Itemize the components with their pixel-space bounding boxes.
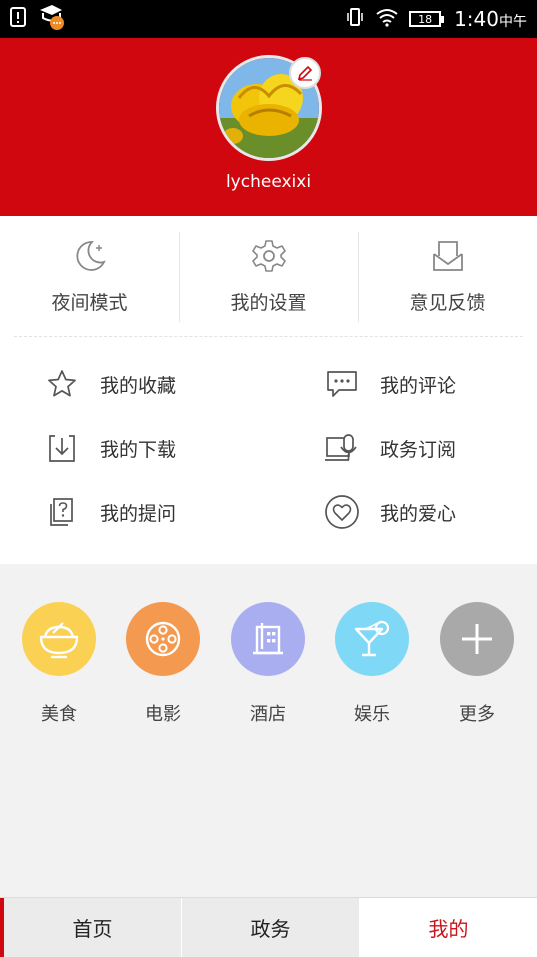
heart-icon	[325, 495, 359, 529]
bottom-tab-bar: 首页 政务 我的	[0, 897, 537, 957]
gear-icon	[251, 240, 286, 272]
hotel-icon	[253, 623, 283, 655]
category-icon-circle	[440, 602, 514, 676]
category-movie[interactable]: 电影	[123, 602, 203, 726]
bowl-icon	[39, 622, 79, 659]
quick-action-label: 夜间模式	[51, 292, 128, 314]
category-icon-circle	[22, 602, 96, 676]
comment-icon	[327, 371, 357, 397]
tab-mine[interactable]: 我的	[359, 898, 537, 957]
clock-time: 1:40	[454, 7, 499, 31]
star-icon	[48, 370, 76, 397]
moon-icon	[76, 241, 106, 271]
menu-favorites[interactable]: 我的收藏	[42, 364, 176, 404]
app-notification-icon	[38, 4, 66, 34]
category-row: 美食 电影 酒店 娱乐 更多	[0, 602, 537, 730]
quick-action-label: 我的设置	[230, 292, 307, 314]
category-icon-circle	[231, 602, 305, 676]
vibrate-icon	[345, 7, 365, 32]
menu-label: 我的爱心	[380, 502, 457, 525]
category-label: 更多	[459, 704, 495, 725]
profile-header: lycheexixi	[0, 38, 537, 216]
divider	[14, 336, 523, 337]
battery-icon: 18	[409, 11, 445, 27]
feedback-button[interactable]: 意见反馈	[358, 216, 537, 336]
download-icon	[49, 435, 75, 462]
category-label: 电影	[145, 704, 181, 725]
menu-label: 政务订阅	[380, 438, 457, 461]
feedback-icon	[432, 241, 463, 271]
profile-panel: 夜间模式 我的设置 意见反馈 我的收藏 我的评论 我的下载 政务订阅 我的提问 …	[0, 216, 537, 564]
category-food[interactable]: 美食	[19, 602, 99, 726]
edit-icon	[297, 65, 313, 81]
quick-action-label: 意见反馈	[409, 292, 486, 314]
battery-level: 18	[409, 11, 442, 27]
category-icon-circle	[126, 602, 200, 676]
menu-love[interactable]: 我的爱心	[322, 492, 456, 532]
subscribe-icon	[325, 434, 357, 461]
wifi-icon	[375, 7, 399, 32]
menu-comments[interactable]: 我的评论	[322, 364, 456, 404]
category-label: 美食	[41, 704, 77, 725]
category-icon-circle	[335, 602, 409, 676]
category-label: 酒店	[250, 704, 286, 725]
menu-gov-subscribe[interactable]: 政务订阅	[322, 428, 456, 468]
tab-home[interactable]: 首页	[0, 898, 181, 957]
menu-label: 我的提问	[100, 502, 177, 525]
menu-label: 我的下载	[100, 438, 177, 461]
menu-questions[interactable]: 我的提问	[42, 492, 176, 532]
question-icon	[50, 498, 73, 526]
edit-avatar-button[interactable]	[289, 57, 321, 89]
film-reel-icon	[145, 621, 181, 657]
cocktail-icon	[354, 620, 390, 657]
status-bar: 18 1:40中午	[0, 0, 537, 38]
category-label: 娱乐	[354, 704, 390, 725]
quick-actions: 夜间模式 我的设置 意见反馈	[0, 216, 537, 336]
clock-suffix: 中午	[499, 14, 527, 30]
menu-downloads[interactable]: 我的下载	[42, 428, 176, 468]
menu-label: 我的评论	[380, 374, 457, 397]
tab-government[interactable]: 政务	[181, 898, 359, 957]
category-entertainment[interactable]: 娱乐	[332, 602, 412, 726]
category-more[interactable]: 更多	[437, 602, 517, 726]
alert-icon	[10, 7, 26, 31]
menu-label: 我的收藏	[100, 374, 177, 397]
username: lycheexixi	[225, 172, 312, 192]
clock: 1:40中午	[454, 7, 527, 31]
settings-button[interactable]: 我的设置	[179, 216, 358, 336]
plus-icon	[462, 624, 492, 654]
category-hotel[interactable]: 酒店	[228, 602, 308, 726]
night-mode-button[interactable]: 夜间模式	[0, 216, 179, 336]
